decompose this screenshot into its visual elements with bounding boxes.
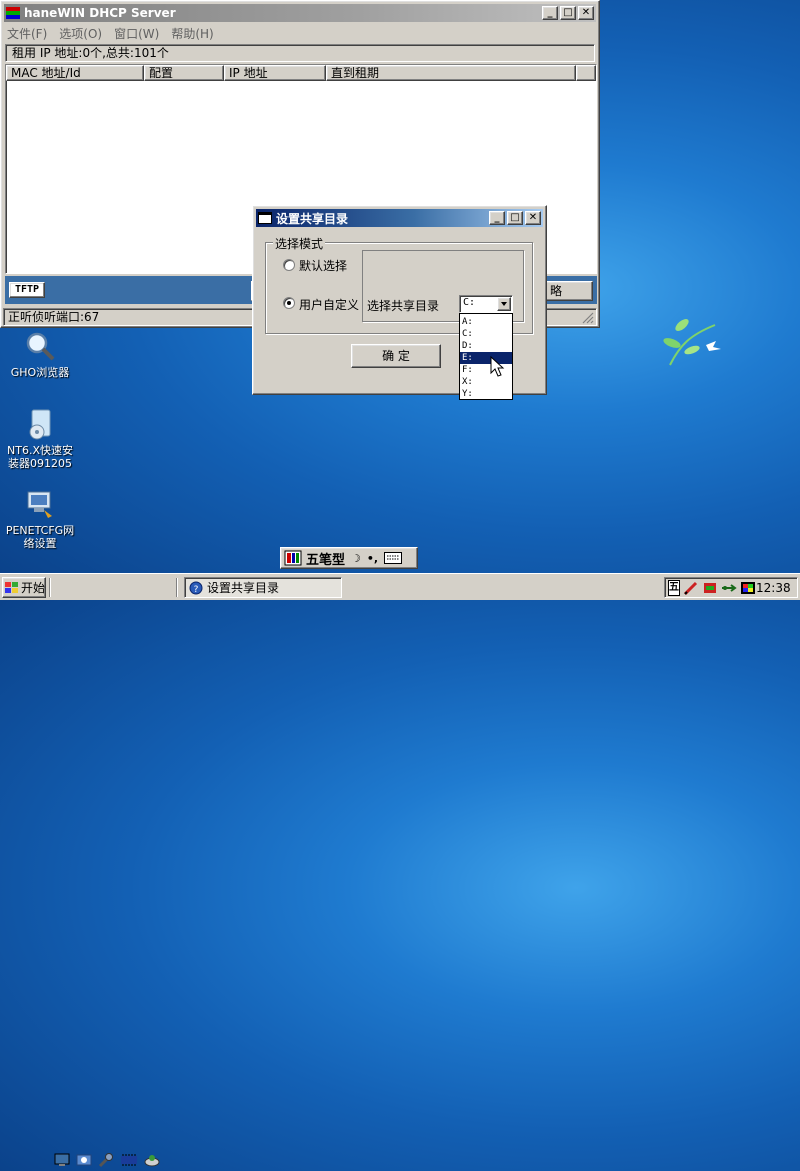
app-icon [6,7,20,19]
network-config-icon [24,488,56,520]
desktop-icon-penetcfg[interactable]: PENETCFG网络设置 [0,488,80,550]
magnifier-icon [24,330,56,362]
drive-option[interactable]: D: [460,340,512,352]
resize-grip-icon[interactable] [582,312,594,324]
close-button[interactable]: ✕ [578,6,594,20]
tftp-label: TFTP [9,282,45,298]
column-filler [576,65,596,81]
ime-toolbar: 五笔型 ☽ •, [280,547,418,569]
start-button[interactable]: 开始 [2,577,46,598]
radio-default-select[interactable] [283,259,295,271]
display-icon[interactable] [740,580,756,596]
menu-bar: 文件(F) 选项(O) 窗口(W) 帮助(H) [7,24,226,42]
mode-group-label: 选择模式 [273,235,326,252]
ime-mode-label[interactable]: 五笔型 [306,549,345,568]
column-mac[interactable]: MAC 地址/Id [6,65,144,81]
show-desktop-icon[interactable] [54,1152,72,1168]
minimize-button[interactable]: _ [542,6,558,20]
dialog-minimize-button[interactable]: _ [489,211,505,225]
drive-option[interactable]: A: [460,316,512,328]
start-label: 开始 [21,581,46,595]
column-lease-until[interactable]: 直到租期 [326,65,576,81]
radio-custom-label[interactable]: 用户自定义 [299,296,359,313]
drive-select-value: C: [463,297,476,308]
soft-keyboard-icon[interactable] [384,552,403,564]
desktop-icon-nt6-installer[interactable]: NT6.X快速安装器091205 [0,408,80,470]
desktop-icon-gho-browser[interactable]: GHO浏览器 [0,330,80,379]
dialog-titlebar[interactable]: 设置共享目录 _ □ ✕ [256,209,543,227]
main-window-title: haneWIN DHCP Server [24,6,176,20]
maximize-button[interactable]: □ [560,6,576,20]
installer-icon [24,408,56,440]
column-config[interactable]: 配置 [144,65,224,81]
help-circle-icon: ? [189,581,203,595]
desktop-icon-penetcfg-label: PENETCFG网络设置 [5,524,75,550]
disk-tool-icon[interactable] [144,1152,162,1168]
menu-options[interactable]: 选项(O) [59,25,102,42]
punctuation-icon[interactable]: •, [367,552,378,565]
windows-logo-icon [5,581,19,594]
dialog-window-icon [258,212,272,224]
dialog-maximize-button[interactable]: □ [507,211,523,225]
mouse-cursor-icon [490,355,506,378]
column-ip[interactable]: IP 地址 [224,65,326,81]
explorer-icon[interactable] [76,1152,94,1168]
svg-text:?: ? [194,585,199,595]
wallpaper-leaf-decoration [660,305,740,375]
taskbar-button-label: 设置共享目录 [207,581,280,595]
menu-help[interactable]: 帮助(H) [171,25,213,42]
drive-option[interactable]: Y: [460,388,512,400]
usb-icon[interactable] [721,580,737,596]
lease-info-text: 租用 IP 地址:0个,总共:101个 [12,46,169,60]
ok-button[interactable]: 确 定 [351,344,441,368]
system-tray: 五 12:38 [664,577,798,598]
ime-logo-icon[interactable] [284,550,302,566]
ime-indicator-icon[interactable]: 五 [668,579,680,596]
desktop-icon-gho-label: GHO浏览器 [10,366,70,379]
dialog-close-button[interactable]: ✕ [525,211,541,225]
clock[interactable]: 12:38 [756,581,791,595]
half-width-moon-icon[interactable]: ☽ [351,552,361,565]
share-dir-label: 选择共享目录 [367,299,440,313]
speaker-icon[interactable] [702,580,718,596]
radio-default-label[interactable]: 默认选择 [299,257,347,274]
drive-select[interactable]: C: [459,295,513,313]
quicklaunch-divider [49,578,51,597]
taskbar-button-share-dir[interactable]: ? 设置共享目录 [184,577,342,598]
desktop-icon-nt6-label: NT6.X快速安装器091205 [7,444,73,470]
lease-info-bar: 租用 IP 地址:0个,总共:101个 [5,44,595,62]
dialog-title: 设置共享目录 [276,211,349,226]
status-text: 正听侦听端口:67 [8,310,100,324]
radio-user-defined[interactable] [283,297,295,309]
tools-icon[interactable] [98,1152,116,1168]
task-divider [176,578,178,597]
chevron-down-icon[interactable] [497,297,511,311]
menu-window[interactable]: 窗口(W) [114,25,159,42]
pen-tool-icon[interactable] [683,580,699,596]
menu-file[interactable]: 文件(F) [7,25,47,42]
drive-option[interactable]: C: [460,328,512,340]
taskbar: 开始 ? 设置共享目录 五 12:38 [0,573,800,1168]
memory-chip-icon[interactable] [120,1152,138,1168]
main-titlebar[interactable]: haneWIN DHCP Server _ □ ✕ [4,4,596,22]
